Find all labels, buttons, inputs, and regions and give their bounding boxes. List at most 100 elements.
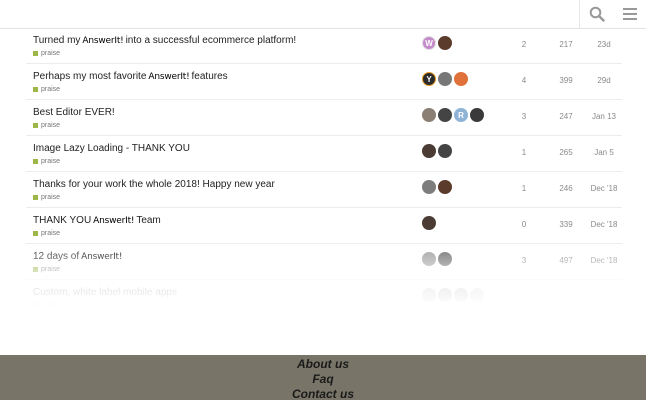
category-swatch — [33, 51, 38, 56]
category-label: praise — [41, 266, 61, 273]
category-swatch — [33, 159, 38, 164]
topic-title-text: Team — [136, 215, 161, 226]
topic-row[interactable]: Image Lazy Loading - THANK YOU praise 1 265… — [26, 136, 622, 172]
topic-title-text: Perhaps my most favorite — [33, 71, 147, 82]
category-swatch — [33, 123, 38, 128]
poster-avatars: R — [422, 108, 484, 122]
footer-link-about[interactable]: About us — [0, 357, 646, 372]
topic-title-link[interactable]: THANK YOU AnswerIt! Team — [33, 215, 161, 227]
avatar[interactable] — [470, 288, 484, 302]
reply-count: 0 — [521, 220, 527, 229]
view-count: 497 — [559, 256, 573, 265]
category-badge[interactable]: praise — [33, 229, 60, 238]
avatar[interactable] — [438, 108, 452, 122]
activity-date[interactable]: Dec '18 — [586, 256, 622, 265]
avatar[interactable] — [470, 108, 484, 122]
avatar[interactable] — [422, 252, 436, 266]
topic-title-text: features — [191, 71, 228, 82]
poster-avatars — [422, 252, 452, 266]
activity-date[interactable]: Jan 13 — [586, 112, 622, 121]
avatar[interactable]: R — [454, 108, 468, 122]
activity-date[interactable]: Jan 5 — [586, 148, 622, 157]
category-badge[interactable]: praise — [33, 193, 60, 202]
topic-row[interactable]: Perhaps my most favorite AnswerIt! feature… — [26, 64, 622, 100]
poster-avatars: W — [422, 36, 452, 50]
topic-title-link[interactable]: Thanks for your work the whole 2018! Hap… — [33, 179, 275, 191]
reply-count: 2 — [521, 40, 527, 49]
category-label: praise — [41, 194, 61, 201]
view-count: 399 — [559, 76, 573, 85]
avatar[interactable] — [454, 72, 468, 86]
topic-row[interactable]: Turned my AnswerIt! into a successful ecom… — [26, 28, 622, 64]
topic-title-text: into a successful ecommerce platform! — [125, 35, 297, 46]
view-count: 339 — [559, 220, 573, 229]
reply-count: 3 — [521, 112, 527, 121]
category-swatch — [33, 267, 38, 272]
avatar[interactable] — [454, 288, 468, 302]
topic-title-link[interactable]: 12 days of AnswerIt! — [33, 251, 124, 263]
hamburger-menu-icon[interactable] — [619, 3, 641, 25]
avatar[interactable]: Y — [422, 72, 436, 86]
activity-date[interactable]: Dec '18 — [586, 220, 622, 229]
topic-row[interactable]: Custom, white label mobile apps praise — [26, 280, 622, 316]
topic-title-link[interactable]: Turned my AnswerIt! into a successful ecom… — [33, 35, 296, 47]
poster-avatars: Y — [422, 72, 468, 86]
topic-row[interactable]: THANK YOU AnswerIt! Team praise 0 339 Dec '18 — [26, 208, 622, 244]
topic-title-text: Image Lazy Loading - THANK YOU — [33, 143, 190, 154]
category-badge[interactable]: praise — [33, 157, 60, 166]
topic-title-link[interactable]: Image Lazy Loading - THANK YOU — [33, 143, 190, 155]
category-label: praise — [41, 122, 61, 129]
brand-name: AnswerIt! — [81, 252, 123, 262]
avatar[interactable] — [422, 288, 436, 302]
brand-name: AnswerIt! — [148, 72, 190, 82]
avatar[interactable] — [422, 108, 436, 122]
avatar[interactable] — [422, 180, 436, 194]
avatar[interactable] — [438, 180, 452, 194]
footer-link-faq[interactable]: Faq — [0, 372, 646, 387]
category-badge[interactable]: praise — [33, 121, 60, 130]
topic-row[interactable]: Thanks for your work the whole 2018! Hap… — [26, 172, 622, 208]
view-count: 217 — [559, 40, 573, 49]
activity-date[interactable]: 29d — [586, 76, 622, 85]
topic-list: Turned my AnswerIt! into a successful ecom… — [26, 28, 622, 318]
topic-title-link[interactable]: Perhaps my most favorite AnswerIt! feature… — [33, 71, 228, 83]
avatar[interactable] — [438, 36, 452, 50]
category-badge[interactable]: praise — [33, 265, 60, 274]
category-label: praise — [41, 158, 61, 165]
brand-name: AnswerIt! — [82, 36, 124, 46]
category-badge[interactable]: praise — [33, 49, 60, 58]
avatar[interactable] — [422, 216, 436, 230]
avatar[interactable] — [438, 288, 452, 302]
topic-row[interactable]: Best Editor EVER! praise R 3 247 Jan 13 — [26, 100, 622, 136]
topic-title-text: 12 days of — [33, 251, 80, 262]
view-count: 246 — [559, 184, 573, 193]
avatar[interactable]: W — [422, 36, 436, 50]
topic-title-text: Custom, white label mobile apps — [33, 287, 177, 298]
site-footer: About us Faq Contact us — [0, 355, 646, 401]
category-badge[interactable]: praise — [33, 85, 60, 94]
avatar[interactable] — [438, 144, 452, 158]
avatar[interactable] — [438, 72, 452, 86]
category-swatch — [33, 231, 38, 236]
reply-count: 1 — [521, 184, 527, 193]
poster-avatars — [422, 216, 436, 230]
category-badge[interactable]: praise — [33, 301, 60, 310]
topic-row[interactable]: 12 days of AnswerIt! praise 3 497 Dec '18 — [26, 244, 622, 280]
avatar[interactable] — [438, 252, 452, 266]
activity-date[interactable]: 23d — [586, 40, 622, 49]
category-label: praise — [41, 230, 61, 237]
topic-title-link[interactable]: Custom, white label mobile apps — [33, 287, 177, 299]
reply-count: 3 — [521, 256, 527, 265]
topic-title-text: Best Editor EVER! — [33, 107, 115, 118]
avatar[interactable] — [422, 144, 436, 158]
poster-avatars — [422, 288, 484, 302]
topic-title-link[interactable]: Best Editor EVER! — [33, 107, 115, 119]
category-swatch — [33, 303, 38, 308]
search-icon[interactable] — [586, 3, 608, 25]
category-label: praise — [41, 302, 61, 309]
header-tools — [579, 0, 646, 28]
category-swatch — [33, 195, 38, 200]
reply-count: 1 — [521, 148, 527, 157]
category-label: praise — [41, 86, 61, 93]
activity-date[interactable]: Dec '18 — [586, 184, 622, 193]
